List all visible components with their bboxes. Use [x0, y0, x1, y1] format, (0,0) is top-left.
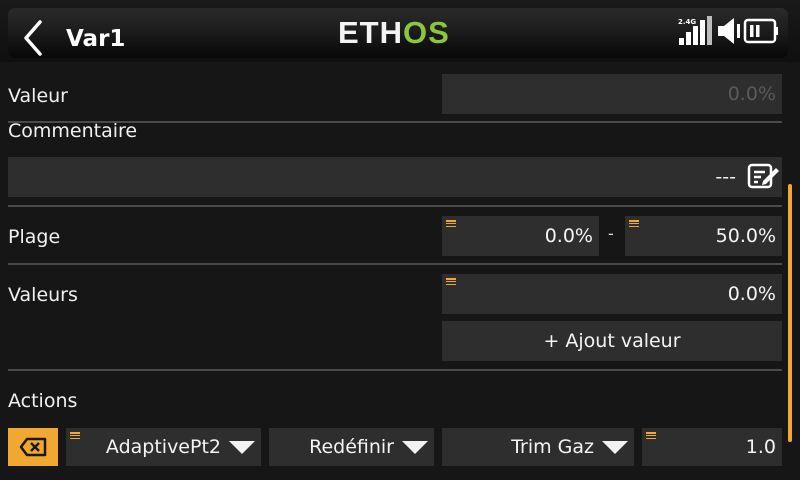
plage-min-value: 0.0%: [544, 225, 593, 247]
logo-text-green: OS: [403, 15, 450, 50]
caret-down-icon: [602, 441, 628, 454]
actions-label: Actions: [8, 390, 78, 412]
status-icons: 2.4G: [678, 16, 778, 45]
backspace-icon: [19, 437, 47, 457]
logo-text-white: ETH: [338, 15, 403, 50]
speaker-icon: [718, 18, 740, 44]
action-operation-dropdown[interactable]: Redéfinir: [269, 428, 434, 466]
valeurs-field[interactable]: 0.0%: [442, 274, 782, 314]
plage-max-value: 50.0%: [715, 225, 776, 247]
scrollbar[interactable]: [788, 184, 792, 442]
delete-action-button[interactable]: [8, 428, 58, 466]
title-bar: Var1 ETHOS 2.4G: [0, 0, 800, 62]
action-source-dropdown[interactable]: AdaptivePt2: [66, 428, 261, 466]
add-value-button[interactable]: + Ajout valeur: [442, 321, 782, 361]
divider: [8, 205, 782, 207]
plage-max-field[interactable]: 50.0%: [625, 216, 782, 256]
back-button[interactable]: [16, 18, 52, 58]
range-separator: -: [608, 224, 614, 243]
plage-label: Plage: [8, 226, 61, 248]
commentaire-field[interactable]: ---: [8, 157, 782, 197]
battery-icon: [743, 18, 778, 44]
valeurs-label: Valeurs: [8, 284, 78, 306]
valeur-value: 0.0%: [727, 83, 776, 105]
action-source-value: AdaptivePt2: [105, 436, 221, 458]
valeur-label: Valeur: [8, 85, 68, 107]
valeur-field: 0.0%: [442, 74, 782, 114]
caret-down-icon: [229, 441, 255, 454]
divider: [8, 263, 782, 265]
editable-marker-icon: [70, 432, 80, 440]
action-target-value: Trim Gaz: [511, 436, 594, 458]
editable-marker-icon: [446, 220, 456, 228]
action-operation-value: Redéfinir: [309, 436, 394, 458]
editable-marker-icon: [646, 432, 656, 440]
add-value-label: + Ajout valeur: [543, 330, 681, 352]
action-amount-field[interactable]: 1.0: [642, 428, 782, 466]
commentaire-value: ---: [715, 166, 736, 188]
plage-min-field[interactable]: 0.0%: [442, 216, 599, 256]
divider: [8, 369, 782, 371]
commentaire-label: Commentaire: [8, 120, 138, 142]
caret-down-icon: [402, 441, 428, 454]
valeurs-value: 0.0%: [727, 283, 776, 305]
ethos-logo: ETHOS: [338, 17, 450, 49]
signal-band-label: 2.4G: [678, 18, 696, 26]
editable-marker-icon: [629, 220, 639, 228]
editable-marker-icon: [446, 278, 456, 286]
edit-icon[interactable]: [746, 162, 780, 192]
action-amount-value: 1.0: [745, 436, 776, 458]
chevron-left-icon: [24, 20, 42, 56]
page-title: Var1: [66, 26, 126, 52]
action-target-dropdown[interactable]: Trim Gaz: [442, 428, 634, 466]
